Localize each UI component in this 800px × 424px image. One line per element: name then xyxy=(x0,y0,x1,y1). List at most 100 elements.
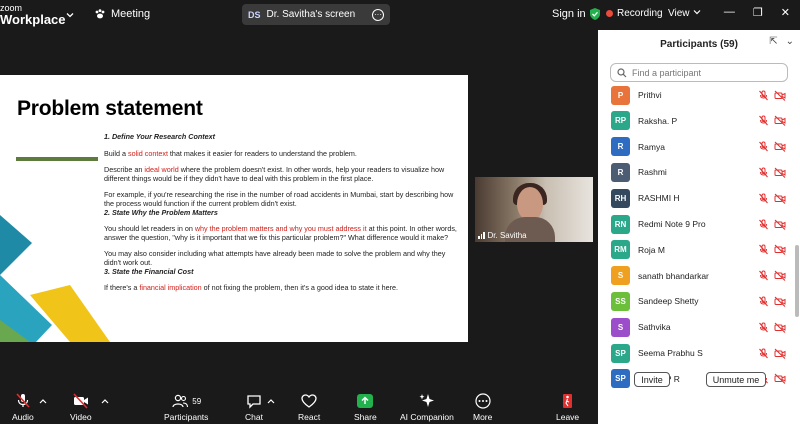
shared-slide: Problem statement 1. Define Your Researc… xyxy=(0,75,468,342)
mic-muted-icon xyxy=(759,90,768,100)
slide-paragraph-2: Describe an ideal world where the proble… xyxy=(104,165,445,183)
restore-icon[interactable]: ❐ xyxy=(753,6,763,19)
participant-status-icons xyxy=(758,193,786,204)
search-icon xyxy=(617,67,627,77)
participants-button[interactable]: 59 Participants xyxy=(164,393,208,422)
meeting-toolbar: Audio Video 59 Participants Chat React S… xyxy=(0,388,598,424)
chevron-down-icon xyxy=(693,10,701,15)
participant-name: Raksha. P xyxy=(638,115,678,126)
participant-row[interactable]: R Rashmi xyxy=(598,161,792,183)
participant-row[interactable]: Ssanath bhandarkar xyxy=(598,265,792,287)
paw-icon xyxy=(95,9,105,19)
participants-label: Participants xyxy=(164,412,209,422)
participant-status-icons xyxy=(758,167,786,178)
video-off-icon xyxy=(774,141,786,152)
speaker-name-tag: Dr. Savitha xyxy=(478,231,527,240)
zoom-logo: zoom Workplace xyxy=(0,3,66,27)
top-bar: zoom Workplace Meeting DS Dr. Savitha's … xyxy=(0,0,598,30)
participant-status-icons xyxy=(758,219,786,230)
minimize-icon[interactable]: — xyxy=(724,6,735,19)
recording-indicator[interactable]: Recording xyxy=(606,8,663,19)
participant-row[interactable]: S Sathvika xyxy=(598,316,792,338)
chevron-down-icon[interactable] xyxy=(64,9,76,21)
ai-companion-button[interactable]: AI Companion xyxy=(400,393,454,422)
recording-label: Recording xyxy=(617,8,663,19)
avatar: P xyxy=(611,86,630,105)
participant-row[interactable]: RN Redmi Note 9 Pro xyxy=(598,213,792,235)
video-button[interactable]: Video xyxy=(70,393,92,422)
slide-title: Problem statement xyxy=(17,97,203,120)
participant-row[interactable]: RP Raksha. P xyxy=(598,110,792,132)
avatar: SP xyxy=(611,343,630,363)
video-off-icon xyxy=(774,115,786,127)
participant-row[interactable]: SS Sandeep Shetty xyxy=(598,290,792,312)
mic-muted-icon xyxy=(759,270,768,281)
participant-row[interactable]: R Ramya xyxy=(598,136,792,158)
speaker-video-tile[interactable]: Dr. Savitha xyxy=(475,177,593,242)
speaker-face xyxy=(517,187,543,221)
react-button[interactable]: React xyxy=(298,393,320,422)
ai-companion-label: AI Companion xyxy=(400,412,454,422)
share-screen-icon xyxy=(357,394,374,408)
participant-row[interactable]: SP Seema Prabhu S xyxy=(598,342,792,364)
signin-link[interactable]: Sign in xyxy=(552,8,586,20)
avatar: R xyxy=(611,162,630,182)
video-label: Video xyxy=(70,412,92,422)
mic-muted-icon xyxy=(759,348,768,358)
more-label: More xyxy=(473,412,493,422)
chevron-up-icon[interactable] xyxy=(267,398,275,404)
share-label: Share xyxy=(354,412,377,422)
leave-button[interactable]: Leave xyxy=(556,393,579,422)
zoom-window: zoom Workplace Meeting DS Dr. Savitha's … xyxy=(0,0,800,424)
view-menu[interactable]: View xyxy=(668,8,702,19)
participant-name: Redmi Note 9 Pro xyxy=(638,219,706,229)
meeting-label: Meeting xyxy=(111,8,151,20)
participant-name: Ramya xyxy=(638,141,665,152)
video-off-icon xyxy=(774,244,786,256)
share-label: Dr. Savitha's screen xyxy=(266,9,356,20)
avatar: RP xyxy=(611,111,630,131)
chat-label: Chat xyxy=(245,412,263,422)
slide-paragraph-6: If there's a financial implication of no… xyxy=(104,283,399,293)
participant-scrollbar[interactable] xyxy=(795,245,799,317)
participant-row[interactable]: P Prithvi xyxy=(598,86,792,106)
shield-check-icon[interactable] xyxy=(589,7,601,21)
invite-button[interactable]: Invite xyxy=(634,372,670,387)
more-icon xyxy=(475,393,491,409)
audio-button[interactable]: Audio xyxy=(12,393,34,422)
record-dot-icon xyxy=(606,10,613,17)
mic-muted-icon xyxy=(759,244,768,255)
participant-status-icons xyxy=(758,141,786,152)
participants-icon xyxy=(172,394,189,408)
slide-paragraph-1: Build a solid context that makes it easi… xyxy=(104,148,357,158)
title-underline xyxy=(16,157,98,161)
more-button[interactable]: More xyxy=(473,393,492,422)
video-off-icon xyxy=(774,193,786,204)
logo-line2: Workplace xyxy=(0,12,66,27)
participant-name: Roja M xyxy=(638,244,665,255)
screen-share-indicator[interactable]: DS Dr. Savitha's screen ··· xyxy=(242,4,390,25)
unmute-me-button[interactable]: Unmute me xyxy=(706,372,766,387)
share-button[interactable]: Share xyxy=(354,393,377,422)
chat-icon xyxy=(247,395,261,409)
more-options-icon[interactable]: ··· xyxy=(372,8,384,21)
video-off-icon xyxy=(73,393,88,409)
slide-heading-2: 2. State Why the Problem Matters xyxy=(104,207,218,217)
chat-button[interactable]: Chat xyxy=(245,393,263,422)
participant-search[interactable]: Find a participant xyxy=(610,63,788,82)
participant-row[interactable]: RH RASHMI H xyxy=(598,187,792,209)
avatar: RH xyxy=(611,188,630,208)
mic-muted-icon xyxy=(759,219,768,229)
meeting-menu[interactable]: Meeting xyxy=(94,8,150,20)
search-input[interactable]: Find a participant xyxy=(632,68,701,78)
collapse-icon[interactable]: ⌄ xyxy=(786,36,794,47)
close-icon[interactable]: ✕ xyxy=(781,6,790,19)
participant-status-icons xyxy=(758,270,786,281)
window-controls: — ❐ ✕ xyxy=(724,6,790,19)
video-off-icon xyxy=(774,296,786,307)
pop-out-icon[interactable]: ⇱ xyxy=(769,36,777,47)
chevron-up-icon[interactable] xyxy=(39,398,47,404)
participant-row[interactable]: RM Roja M xyxy=(598,239,792,261)
chevron-up-icon[interactable] xyxy=(101,398,109,404)
participant-status-icons xyxy=(758,296,786,307)
